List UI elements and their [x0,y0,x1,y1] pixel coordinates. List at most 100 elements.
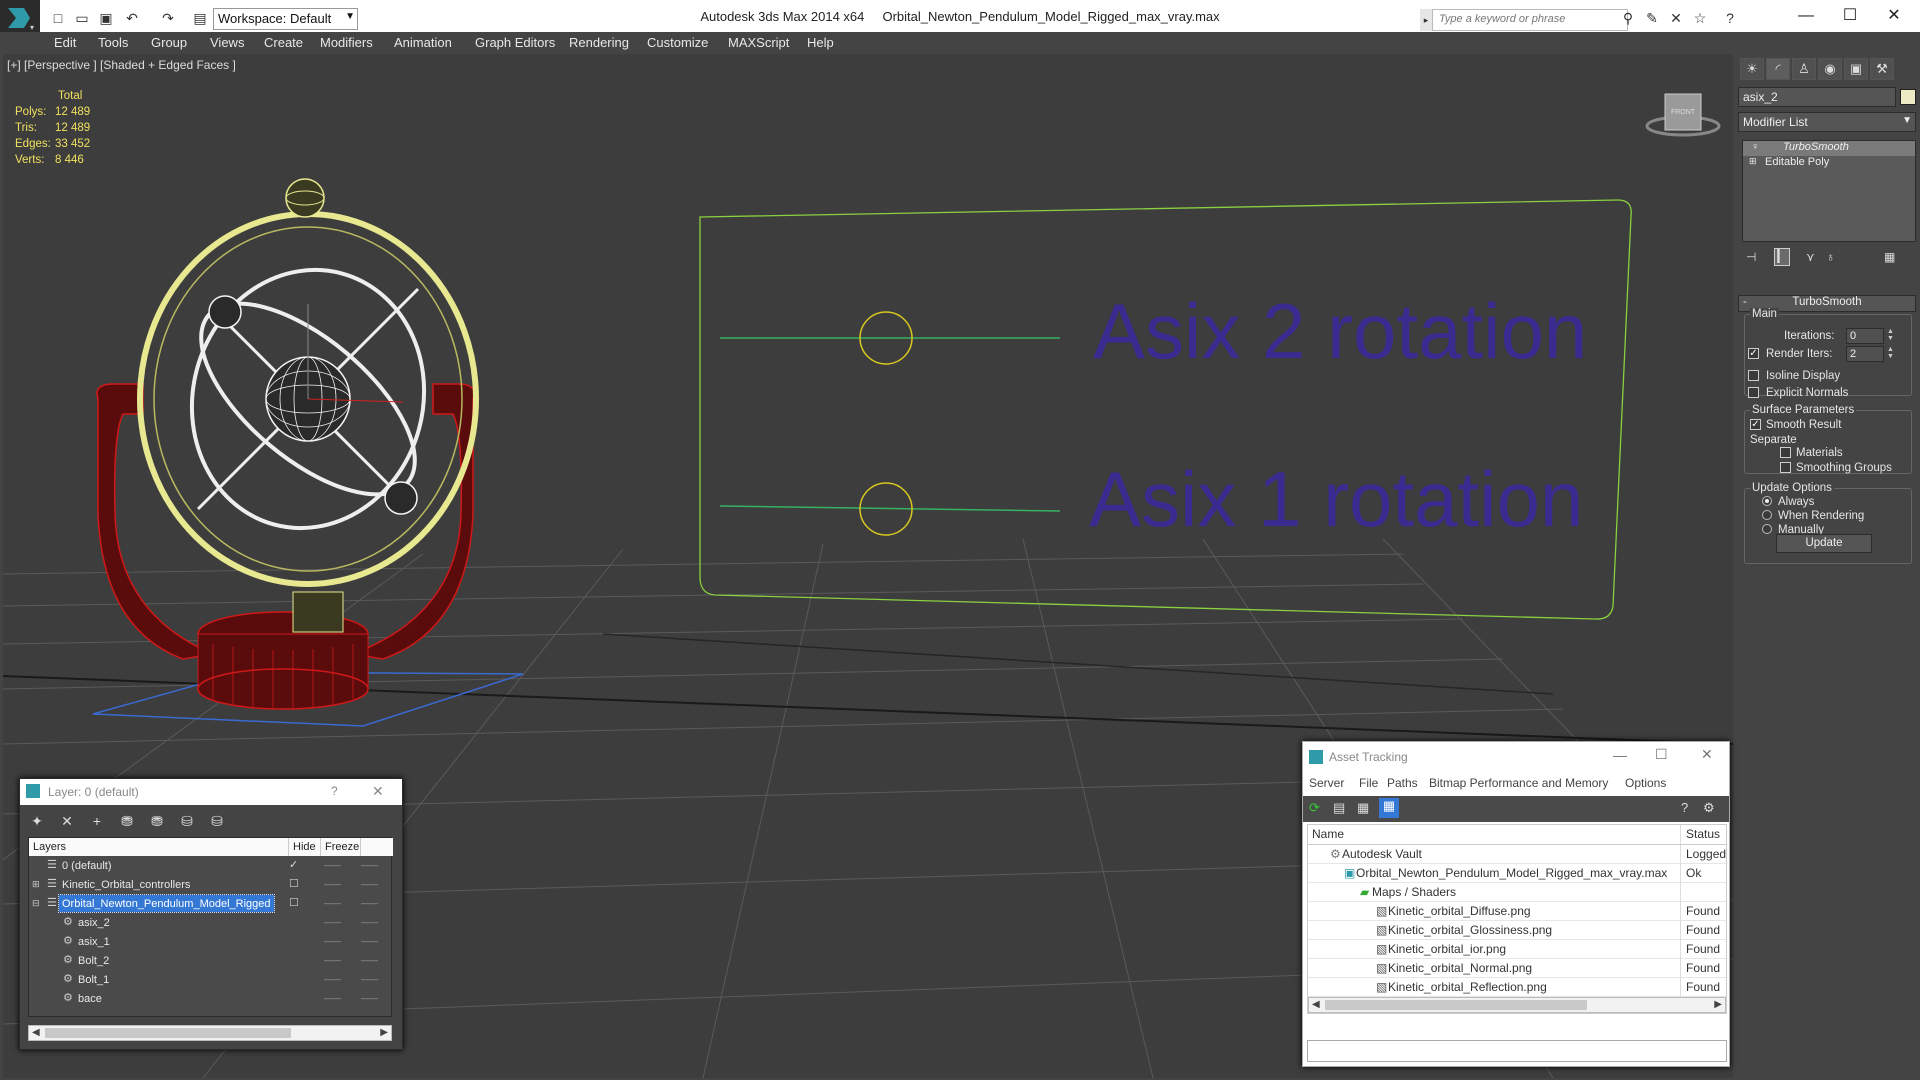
menu-group[interactable]: Group [151,35,187,50]
layer-object-row[interactable]: ⚙ asix_2 —— —— [29,913,391,932]
delete-layer-icon[interactable]: ✕ [56,811,78,831]
help-icon[interactable]: ? [1681,800,1688,815]
settings-help-icon[interactable]: ⚙ [1703,800,1715,816]
subscription-icon[interactable]: ✎ [1642,8,1662,28]
object-color-swatch[interactable] [1900,89,1916,105]
menu-file[interactable]: File [1359,776,1378,790]
menu-bitmap-performance[interactable]: Bitmap Performance and Memory [1429,776,1608,790]
iterations-spinner[interactable]: 0 [1846,328,1884,344]
refresh-icon[interactable]: ⟳ [1309,800,1320,816]
set-active-box[interactable]: ☐ [289,875,299,894]
project-folder-icon[interactable]: ▤ [190,8,210,28]
asset-horizontal-scrollbar[interactable]: ◀ ▶ [1308,997,1726,1013]
collapse-minus-icon[interactable]: - [1743,296,1747,308]
isoline-display-checkbox[interactable] [1748,370,1759,381]
new-layer-icon[interactable]: ✦ [26,811,48,831]
asset-row[interactable]: ▧ Kinetic_orbital_ior.png Found [1308,940,1726,959]
remove-modifier-icon[interactable]: ♁ [1826,250,1835,264]
menu-modifiers[interactable]: Modifiers [320,35,373,50]
hide-toggle[interactable]: —— [324,932,341,951]
open-file-icon[interactable]: ▭ [72,8,92,28]
communication-icon[interactable]: ✕ [1666,8,1686,28]
minimize-button[interactable]: — [1786,4,1826,28]
motion-tab-icon[interactable]: ◉ [1818,58,1842,80]
menu-help[interactable]: Help [807,35,834,50]
object-name-field[interactable]: asix_2 [1738,87,1896,107]
stack-item-editable-poly[interactable]: ⊞ Editable Poly [1743,156,1915,171]
smooth-result-checkbox[interactable]: ✓ [1750,419,1761,430]
help-button[interactable]: ? [331,784,338,798]
hide-toggle[interactable]: —— [324,970,341,989]
configure-sets-icon[interactable]: ▦ [1884,250,1895,264]
freeze-all-layers-icon[interactable]: ⛁ [206,811,228,831]
search-input[interactable]: Type a keyword or phrase [1432,9,1628,31]
freeze-toggle[interactable]: —— [361,913,378,932]
scroll-thumb[interactable] [45,1028,291,1038]
freeze-toggle[interactable]: —— [361,951,378,970]
menu-animation[interactable]: Animation [394,35,452,50]
thumbnail-view-icon[interactable]: ▦ [1357,800,1369,816]
column-freeze[interactable]: Freeze [321,838,361,856]
column-layers[interactable]: Layers [29,838,289,856]
layer-row-selected[interactable]: ⊟ ☰ Orbital_Newton_Pendulum_Model_Rigged… [29,894,391,913]
scroll-right-icon[interactable]: ▶ [1714,998,1722,1012]
menu-views[interactable]: Views [210,35,244,50]
asset-row[interactable]: ▧ Kinetic_orbital_Reflection.png Found [1308,978,1726,997]
explicit-normals-checkbox[interactable] [1748,387,1759,398]
menu-options[interactable]: Options [1625,776,1666,790]
always-radio[interactable] [1762,496,1772,506]
binoculars-icon[interactable]: ⚲ [1618,8,1638,28]
render-iters-checkbox[interactable]: ✓ [1748,348,1759,359]
menu-create[interactable]: Create [264,35,303,50]
new-file-icon[interactable]: □ [48,8,68,28]
column-hide[interactable]: Hide [289,838,321,856]
close-icon[interactable]: ✕ [1701,746,1713,763]
layer-row[interactable]: ⊞ ☰ Kinetic_Orbital_controllers ☐ —— —— [29,875,391,894]
asset-row[interactable]: ▧ Kinetic_orbital_Diffuse.png Found [1308,902,1726,921]
spinner-arrows-icon[interactable]: ▲ ▼ [1887,346,1894,360]
menu-tools[interactable]: Tools [98,35,128,50]
scroll-right-icon[interactable]: ▶ [380,1026,388,1040]
menu-maxscript[interactable]: MAXScript [728,35,789,50]
scroll-thumb[interactable] [1325,1000,1587,1010]
layer-horizontal-scrollbar[interactable]: ◀ ▶ [28,1025,392,1041]
redo-icon[interactable]: ↷ [158,8,178,28]
workspace-dropdown[interactable]: Workspace: Default ▼ [213,8,358,30]
layer-object-row[interactable]: ⚙ bace —— —— [29,989,391,1008]
pin-stack-icon[interactable]: ⊣ [1746,250,1756,264]
layer-row[interactable]: ☰ 0 (default) ✓ —— —— [29,856,391,875]
close-window-button[interactable]: ✕ [1874,4,1914,28]
active-checkmark-icon[interactable]: ✓ [289,856,298,875]
asset-row[interactable]: ▧ Kinetic_orbital_Glossiness.png Found [1308,921,1726,940]
close-icon[interactable]: ✕ [372,783,384,800]
freeze-toggle[interactable]: —— [361,970,378,989]
maximize-button[interactable]: ☐ [1655,746,1668,763]
list-view-icon[interactable]: ▤ [1333,800,1345,816]
hide-toggle[interactable]: —— [324,894,341,913]
hide-toggle[interactable]: —— [324,875,341,894]
column-name[interactable]: Name [1312,825,1344,844]
menu-paths[interactable]: Paths [1387,776,1418,790]
materials-checkbox[interactable] [1780,447,1791,458]
modifier-list-dropdown[interactable]: Modifier List ▼ [1738,112,1916,132]
layer-object-row[interactable]: ⚙ asix_1 —— —— [29,932,391,951]
layer-object-row[interactable]: ⚙ Bolt_2 —— —— [29,951,391,970]
freeze-toggle[interactable]: —— [361,989,378,1008]
hierarchy-tab-icon[interactable]: ♙ [1792,58,1816,80]
expand-plus-icon[interactable]: ⊞ [1749,156,1757,167]
freeze-toggle[interactable]: —— [361,875,378,894]
scroll-left-icon[interactable]: ◀ [1312,998,1320,1012]
hide-all-layers-icon[interactable]: ⛁ [176,811,198,831]
expand-plus-icon[interactable]: ⊞ [32,875,40,894]
table-view-icon[interactable]: ▦ [1379,798,1399,818]
hide-toggle[interactable]: —— [324,951,341,970]
set-active-box[interactable]: ☐ [289,894,299,913]
viewport-label[interactable]: [+] [Perspective ] [Shaded + Edged Faces… [7,58,236,72]
freeze-toggle[interactable]: —— [361,894,378,913]
save-file-icon[interactable]: ▣ [96,8,116,28]
smoothing-groups-checkbox[interactable] [1780,462,1791,473]
undo-icon[interactable]: ↶ [122,8,142,28]
freeze-toggle[interactable]: —— [361,932,378,951]
scroll-left-icon[interactable]: ◀ [32,1026,40,1040]
asset-row[interactable]: ▧ Kinetic_orbital_Normal.png Found [1308,959,1726,978]
